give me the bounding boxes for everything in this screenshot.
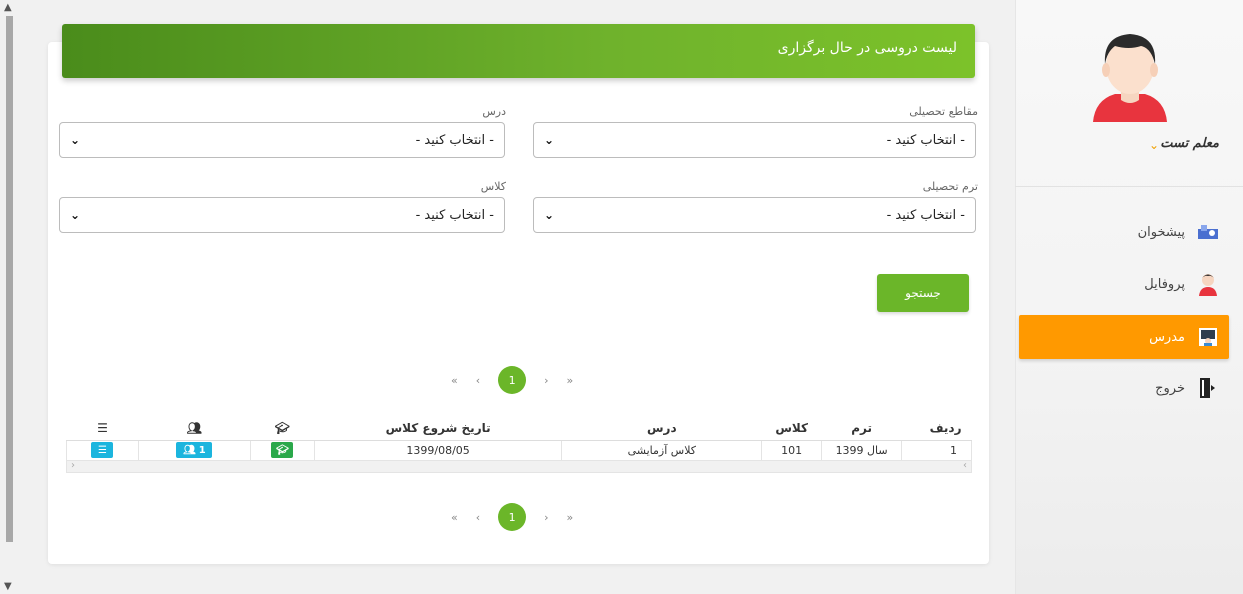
scroll-up-icon[interactable]: ▲ xyxy=(4,2,12,13)
avatar xyxy=(1085,22,1175,122)
cell-list-action: ☰ xyxy=(66,439,139,461)
table-header-row: ردیف ترم کلاس درس تاریخ شروع کلاس 🎓︎ 👥︎ … xyxy=(66,416,972,441)
graduation-cap-icon: 🎓︎ xyxy=(274,420,290,435)
class-select-value: - انتخاب کنید - xyxy=(415,207,494,223)
cell-start-date: 1399/08/05 xyxy=(313,439,563,461)
sidebar-item-label: خروج xyxy=(1155,380,1185,396)
table-scrollbar[interactable]: ‹ › xyxy=(66,460,972,473)
cell-students-action: 1 👥︎ xyxy=(137,439,251,461)
sidebar-item-profile[interactable]: پروفایل xyxy=(1019,262,1229,306)
sidebar-divider xyxy=(1015,186,1243,187)
scroll-left-icon[interactable]: ‹ xyxy=(71,460,75,471)
last-page-button[interactable]: » xyxy=(567,374,574,387)
term-label: ترم تحصیلی xyxy=(922,180,978,193)
chevron-down-icon: ⌄ xyxy=(70,133,81,147)
grade-select[interactable]: - انتخاب کنید - ⌄ xyxy=(533,122,976,158)
cell-index: 1 xyxy=(901,439,972,461)
first-page-button[interactable]: « xyxy=(451,374,458,387)
sidebar-item-label: پیشخوان xyxy=(1137,224,1185,240)
page-title: لیست دروسی در حال برگزاری xyxy=(777,40,957,56)
sidebar-item-label: مدرس xyxy=(1149,329,1185,345)
card-header: لیست دروسی در حال برگزاری xyxy=(62,24,975,78)
first-page-button[interactable]: « xyxy=(451,511,458,524)
cell-lessons-action: 🎓︎ xyxy=(249,439,315,461)
courses-table: ردیف ترم کلاس درس تاریخ شروع کلاس 🎓︎ 👥︎ … xyxy=(66,416,972,473)
sidebar-item-teacher[interactable]: مدرس xyxy=(1019,315,1229,359)
graduation-cap-icon[interactable]: 🎓︎ xyxy=(271,442,294,458)
page-number-button[interactable]: 1 xyxy=(498,366,527,394)
search-button[interactable]: جستجو xyxy=(877,274,969,312)
page-number-button[interactable]: 1 xyxy=(498,503,527,531)
column-header-list: ☰ xyxy=(66,416,139,441)
column-header-students: 👥︎ xyxy=(138,416,251,441)
next-page-button[interactable]: › xyxy=(544,374,548,387)
sidebar: معلم تست ⌄ پیشخوان پروفایل مدرس خروج xyxy=(1015,0,1243,594)
dashboard-icon xyxy=(1195,219,1221,245)
column-header-class: کلاس xyxy=(761,416,822,441)
cell-class: 101 xyxy=(761,439,823,461)
class-label: کلاس xyxy=(480,180,506,193)
term-select[interactable]: - انتخاب کنید - ⌄ xyxy=(533,197,976,233)
list-icon: ☰ xyxy=(97,420,108,435)
students-button[interactable]: 1 👥︎ xyxy=(176,442,213,458)
logout-icon xyxy=(1195,375,1221,401)
cell-term: سال 1399 xyxy=(821,439,903,461)
page-scrollbar[interactable]: ▲ ▼ xyxy=(0,0,18,594)
cell-lesson: کلاس آزمایشی xyxy=(561,439,763,461)
prev-page-button[interactable]: ‹ xyxy=(476,374,480,387)
sidebar-item-dashboard[interactable]: پیشخوان xyxy=(1019,210,1229,254)
column-header-index: ردیف xyxy=(901,416,972,441)
table-row: 1 سال 1399 101 کلاس آزمایشی 1399/08/05 🎓… xyxy=(66,439,972,461)
sidebar-item-logout[interactable]: خروج xyxy=(1019,366,1229,410)
column-header-start-date: تاریخ شروع کلاس xyxy=(314,416,562,441)
column-header-lesson: درس xyxy=(561,416,762,441)
grade-label: مقاطع تحصیلی xyxy=(909,105,978,118)
column-header-term: ترم xyxy=(821,416,902,441)
chevron-down-icon: ⌄ xyxy=(70,208,81,222)
sidebar-item-label: پروفایل xyxy=(1144,276,1185,292)
scroll-thumb[interactable] xyxy=(6,16,13,542)
pagination-top: « ‹ 1 › » xyxy=(451,366,573,394)
courses-card xyxy=(48,42,989,564)
teacher-icon xyxy=(1195,324,1221,350)
students-count: 1 xyxy=(198,444,206,456)
list-icon[interactable]: ☰ xyxy=(91,442,114,458)
column-header-lessons: 🎓︎ xyxy=(250,416,315,441)
user-name[interactable]: معلم تست xyxy=(1160,136,1219,151)
prev-page-button[interactable]: ‹ xyxy=(476,511,480,524)
lesson-select-value: - انتخاب کنید - xyxy=(415,132,494,148)
users-icon: 👥︎ xyxy=(186,420,203,435)
scroll-right-icon[interactable]: › xyxy=(963,460,967,471)
lesson-select[interactable]: - انتخاب کنید - ⌄ xyxy=(59,122,505,158)
chevron-down-icon: ⌄ xyxy=(544,208,555,222)
pagination-bottom: « ‹ 1 › » xyxy=(451,503,573,531)
chevron-down-icon[interactable]: ⌄ xyxy=(1149,138,1159,152)
profile-icon xyxy=(1195,271,1221,297)
last-page-button[interactable]: » xyxy=(567,511,574,524)
grade-select-value: - انتخاب کنید - xyxy=(886,132,965,148)
users-icon: 👥︎ xyxy=(183,444,196,456)
chevron-down-icon: ⌄ xyxy=(544,133,555,147)
next-page-button[interactable]: › xyxy=(544,511,548,524)
lesson-label: درس xyxy=(482,105,506,118)
class-select[interactable]: - انتخاب کنید - ⌄ xyxy=(59,197,505,233)
scroll-down-icon[interactable]: ▼ xyxy=(4,581,12,592)
term-select-value: - انتخاب کنید - xyxy=(886,207,965,223)
